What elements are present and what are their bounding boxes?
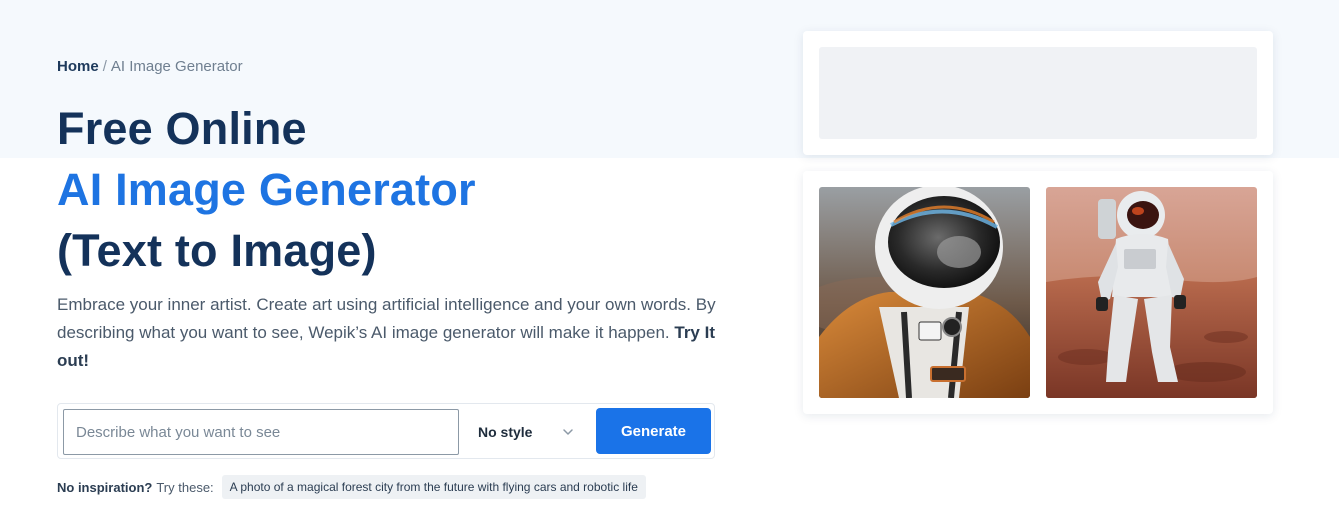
chevron-down-icon xyxy=(563,429,573,435)
title-line-1: Free Online xyxy=(57,103,307,154)
title-line-3: (Text to Image) xyxy=(57,225,377,276)
loading-card xyxy=(803,31,1273,155)
astronaut-on-mars-image xyxy=(1046,187,1257,398)
generate-button[interactable]: Generate xyxy=(596,408,711,454)
style-selected-value: No style xyxy=(478,424,533,440)
page-title: Free Online AI Image Generator (Text to … xyxy=(57,98,722,281)
breadcrumb-current: AI Image Generator xyxy=(110,58,243,75)
breadcrumb-home-link[interactable]: Home xyxy=(57,58,99,75)
inspiration-lead: No inspiration? xyxy=(57,479,153,495)
suggestion-chip[interactable]: A photo of a magical forest city from th… xyxy=(221,475,646,499)
inspiration-try-text: Try these: xyxy=(156,479,214,495)
breadcrumb: Home / AI Image Generator xyxy=(57,58,722,76)
example-gallery-card xyxy=(803,171,1273,414)
generator-form: No style Generate xyxy=(57,403,715,459)
breadcrumb-separator: / xyxy=(102,58,107,75)
hero-description: Embrace your inner artist. Create art us… xyxy=(57,291,722,375)
astronaut-closeup-image xyxy=(819,187,1030,398)
inspiration-row: No inspiration? Try these: A photo of a … xyxy=(57,475,646,499)
title-line-2-accent: AI Image Generator xyxy=(57,164,476,215)
loading-placeholder xyxy=(819,47,1257,139)
hero-content: Home / AI Image Generator Free Online AI I… xyxy=(57,58,722,375)
description-text: Embrace your inner artist. Create art us… xyxy=(57,295,716,342)
prompt-input[interactable] xyxy=(63,409,459,455)
style-dropdown[interactable]: No style xyxy=(464,409,592,455)
